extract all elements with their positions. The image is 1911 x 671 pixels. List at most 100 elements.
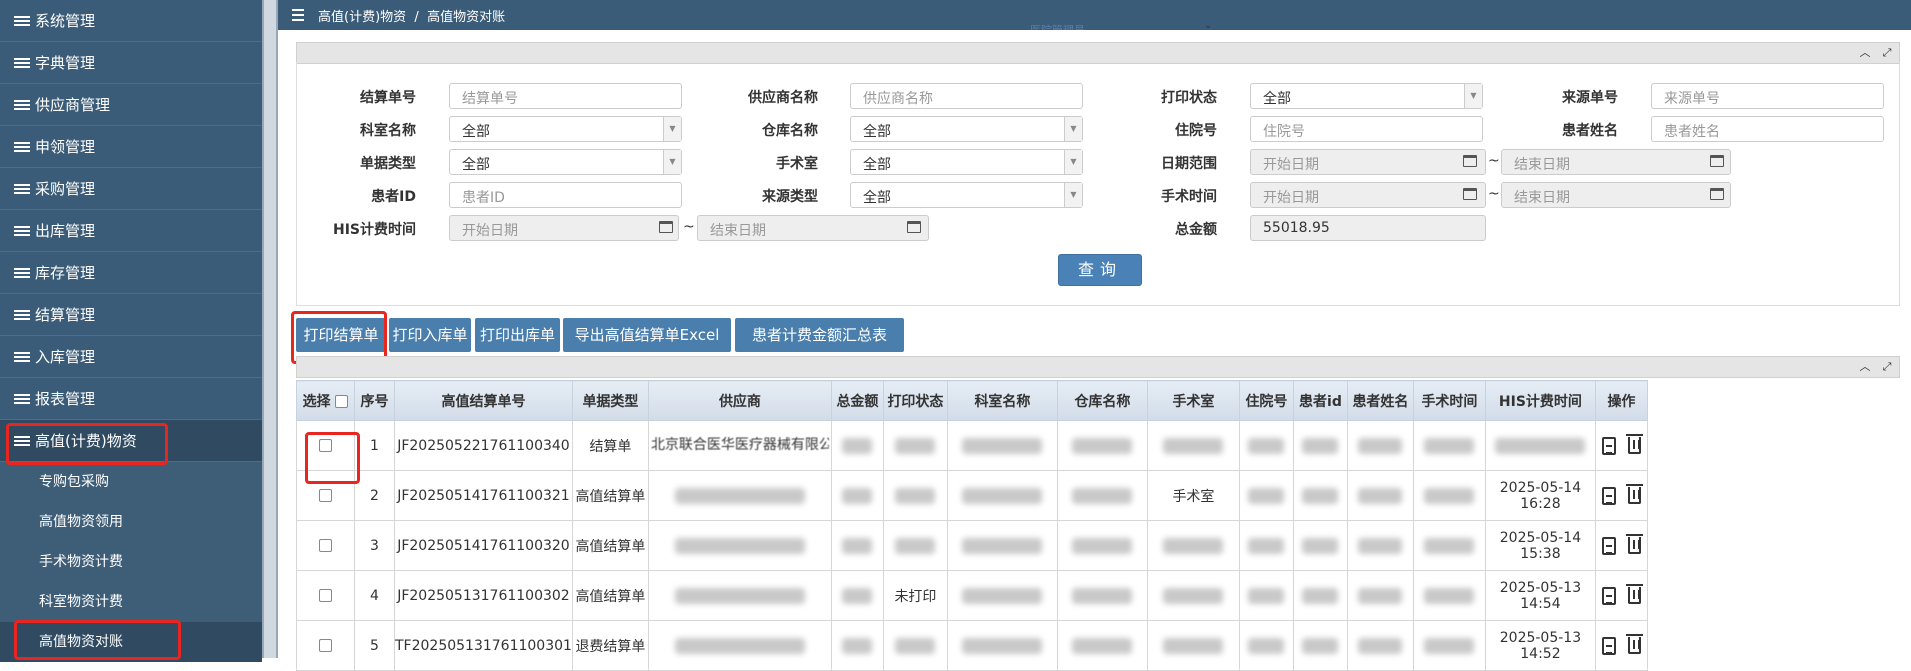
source-type-select[interactable]: 全部 ▼ xyxy=(850,182,1083,208)
menu-toggle-icon[interactable] xyxy=(292,9,304,21)
table-cell xyxy=(946,520,1058,571)
calendar-icon[interactable] xyxy=(1710,188,1724,200)
table-cell xyxy=(1346,420,1414,471)
expand-icon[interactable]: ⤢ xyxy=(1879,359,1895,375)
patient-id-input[interactable]: 患者ID xyxy=(449,182,682,208)
operating-room-select[interactable]: 全部 ▼ xyxy=(850,149,1083,175)
document-icon[interactable] xyxy=(1601,436,1616,455)
trash-icon[interactable] xyxy=(1625,434,1643,454)
document-icon[interactable] xyxy=(1601,486,1616,505)
sidebar-item[interactable]: 采购管理 xyxy=(0,168,262,210)
row-seq: 5 xyxy=(370,637,379,654)
his-time-end[interactable]: 结束日期 xyxy=(697,215,929,241)
table-cell: 高值结算单 xyxy=(571,470,649,521)
print-outbound-button[interactable]: 打印出库单 xyxy=(475,318,560,352)
redacted xyxy=(1358,487,1403,504)
calendar-icon[interactable] xyxy=(1463,155,1477,167)
trash-icon[interactable] xyxy=(1625,484,1643,504)
calendar-icon[interactable] xyxy=(1710,155,1724,167)
print-settlement-button[interactable]: 打印结算单 xyxy=(296,318,386,352)
sidebar-item[interactable]: 结算管理 xyxy=(0,294,262,336)
date-range-start[interactable]: 开始日期 xyxy=(1250,149,1486,175)
chevron-down-icon[interactable]: ⌄ xyxy=(1204,20,1212,31)
row-checkbox[interactable] xyxy=(319,639,332,652)
settle-no-input[interactable]: 结算单号 xyxy=(449,83,682,109)
patient-name-input[interactable]: 患者姓名 xyxy=(1651,116,1884,142)
sidebar-collapse-bar[interactable] xyxy=(262,0,278,658)
warehouse-select[interactable]: 全部 ▼ xyxy=(850,116,1083,142)
patient-summary-button[interactable]: 患者计费金额汇总表 xyxy=(735,318,904,352)
collapse-icon[interactable]: ︿ xyxy=(1857,45,1873,61)
table-cell xyxy=(1056,420,1148,471)
table-row[interactable]: 1 JF202505221761100340 结算单 北京联合医华医疗器械有限公司 xyxy=(296,420,1648,471)
range-separator: ~ xyxy=(1488,153,1500,169)
doc-type-select[interactable]: 全部 ▼ xyxy=(449,149,682,175)
calendar-icon[interactable] xyxy=(659,221,673,233)
query-button[interactable]: 查询 xyxy=(1058,254,1142,286)
table-cell xyxy=(946,620,1058,671)
print-inbound-button[interactable]: 打印入库单 xyxy=(389,318,471,352)
redacted xyxy=(895,487,936,504)
table-cell: 1 xyxy=(354,420,395,471)
row-checkbox[interactable] xyxy=(319,539,332,552)
table-row[interactable]: 3 JF202505141761100320 高值结算单 2025-05-14 15:… xyxy=(296,520,1648,571)
redacted xyxy=(1163,437,1224,454)
submenu-item[interactable]: 科室物资计费 xyxy=(0,582,262,622)
submenu-item[interactable]: 专购包采购 xyxy=(0,462,262,502)
supplier-input[interactable]: 供应商名称 xyxy=(850,83,1083,109)
column-header: 单据类型 xyxy=(571,380,649,421)
column-header: 选择 xyxy=(296,380,355,421)
table-row[interactable]: 4 JF202505131761100302 高值结算单 未打印 2025-05-13 … xyxy=(296,570,1648,621)
sidebar-item[interactable]: 出库管理 xyxy=(0,210,262,252)
trash-icon[interactable] xyxy=(1625,534,1643,554)
document-icon[interactable] xyxy=(1601,536,1616,555)
table-cell xyxy=(1412,520,1486,571)
dept-select[interactable]: 全部 ▼ xyxy=(449,116,682,142)
source-no-input[interactable]: 来源单号 xyxy=(1651,83,1884,109)
document-icon[interactable] xyxy=(1601,586,1616,605)
redacted xyxy=(674,637,805,654)
calendar-icon[interactable] xyxy=(907,221,921,233)
breadcrumb-parent[interactable]: 高值(计费)物资 xyxy=(318,10,406,25)
table-row[interactable]: 2 JF202505141761100321 高值结算单 手术室 2025-05-14 … xyxy=(296,470,1648,521)
surgery-time-start[interactable]: 开始日期 xyxy=(1250,182,1486,208)
submenu-item[interactable]: 手术物资计费 xyxy=(0,542,262,582)
date-range-end[interactable]: 结束日期 xyxy=(1501,149,1731,175)
row-checkbox[interactable] xyxy=(319,489,332,502)
table-cell: 2025-05-14 15:38 xyxy=(1484,520,1596,571)
trash-icon[interactable] xyxy=(1625,584,1643,604)
sidebar-item[interactable]: 供应商管理 xyxy=(0,84,262,126)
table-cell xyxy=(882,420,948,471)
sidebar-item[interactable]: 报表管理 xyxy=(0,378,262,420)
total-amount-label: 总金额 xyxy=(1175,222,1217,238)
export-excel-button[interactable]: 导出高值结算单Excel xyxy=(563,318,731,352)
submenu-item[interactable]: 高值物资领用 xyxy=(0,502,262,542)
calendar-icon[interactable] xyxy=(1463,188,1477,200)
table-cell xyxy=(647,520,832,571)
sidebar-item[interactable]: 入库管理 xyxy=(0,336,262,378)
table-cell xyxy=(1056,620,1148,671)
table-cell: 3 xyxy=(354,520,395,571)
admission-no-input[interactable]: 住院号 xyxy=(1250,116,1483,142)
sidebar-item[interactable]: 高值(计费)物资 xyxy=(0,420,262,462)
submenu-item[interactable]: 高值物资对账 xyxy=(0,622,262,662)
sidebar-item[interactable]: 申领管理 xyxy=(0,126,262,168)
dropdown-arrow-icon: ▼ xyxy=(1064,183,1082,207)
expand-icon[interactable]: ⤢ xyxy=(1879,45,1895,61)
sidebar-item[interactable]: 系统管理 xyxy=(0,0,262,42)
sidebar-item[interactable]: 字典管理 xyxy=(0,42,262,84)
trash-icon[interactable] xyxy=(1625,634,1643,654)
document-icon[interactable] xyxy=(1601,636,1616,655)
table-cell xyxy=(946,470,1058,521)
sidebar-item[interactable]: 库存管理 xyxy=(0,252,262,294)
row-checkbox[interactable] xyxy=(319,589,332,602)
row-checkbox[interactable] xyxy=(319,439,332,452)
print-status-select[interactable]: 全部 ▼ xyxy=(1250,83,1483,109)
collapse-icon[interactable]: ︿ xyxy=(1857,359,1873,375)
table-cell xyxy=(647,470,832,521)
table-row[interactable]: 5 TF202505131761100301 退费结算单 2025-05-13 14:… xyxy=(296,620,1648,671)
select-all-checkbox[interactable] xyxy=(335,395,349,408)
user-dropdown-label[interactable]: 医院管理员 xyxy=(1030,22,1085,30)
surgery-time-end[interactable]: 结束日期 xyxy=(1501,182,1731,208)
his-time-start[interactable]: 开始日期 xyxy=(449,215,679,241)
